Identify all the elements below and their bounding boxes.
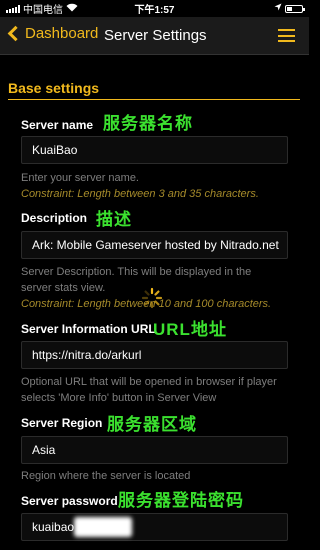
password-input[interactable]: kuaibao [21,513,288,541]
back-button-label: Dashboard [25,25,99,42]
description-input[interactable]: Ark: Mobile Gameserver hosted by Nitrado… [21,231,288,259]
status-left: 中国电信 [6,1,78,16]
location-icon [274,3,282,14]
region-hint: Region where the server is located [21,470,191,482]
hamburger-menu-icon[interactable] [278,29,295,42]
carrier-label: 中国电信 [23,5,63,16]
settings-content[interactable]: Base settings Server name 服务器名称 KuaiBao … [0,56,309,550]
server-name-annotation: 服务器名称 [103,114,193,133]
section-divider [8,99,300,100]
back-button[interactable]: Dashboard [6,25,98,42]
description-label: Description [21,211,88,225]
region-label: Server Region [21,416,103,430]
password-label: Server password [21,494,118,508]
signal-icon [6,4,20,13]
spinner-icon [141,287,163,309]
navigation-bar: Dashboard Server Settings [0,17,309,55]
page-title: Server Settings [104,27,207,44]
password-annotation: 服务器登陆密码 [118,491,244,510]
wifi-icon [66,3,78,14]
info-url-hint: Optional URL that will be opened in brow… [21,376,277,404]
password-value: kuaibao [32,520,75,534]
status-bar: 中国电信 下午1:57 [0,0,309,17]
redaction-mark [74,517,132,537]
info-url-annotation: URL地址 [153,320,227,339]
info-url-label: Server Information URL [21,322,156,336]
region-annotation: 服务器区域 [107,415,197,434]
region-select[interactable]: Asia [21,436,288,464]
status-right [274,3,305,14]
server-name-constraint: Constraint: Length between 3 and 35 char… [21,188,259,200]
battery-icon [285,4,305,13]
section-title: Base settings [8,80,100,96]
info-url-input[interactable]: https://nitra.do/arkurl [21,341,288,369]
server-name-input[interactable]: KuaiBao [21,136,288,164]
chevron-left-icon [7,25,24,42]
description-annotation: 描述 [96,210,132,229]
server-name-label: Server name [21,118,94,132]
server-name-hint: Enter your server name. [21,172,139,184]
